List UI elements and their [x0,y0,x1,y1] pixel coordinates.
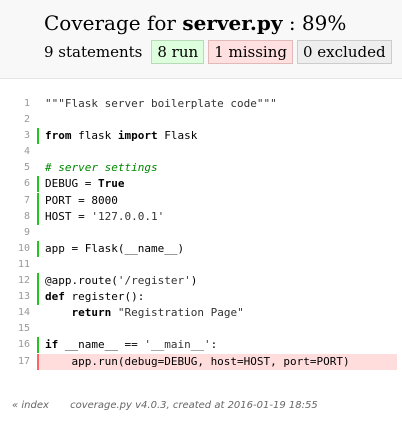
line-number[interactable]: 6 [0,176,30,192]
page-title: Coverage for server.py : 89% [44,10,346,36]
footer: « index coverage.py v4.0.3, created at 2… [12,400,318,411]
title-prefix: Coverage for [44,11,176,35]
statements-count: 9 statements [44,43,143,61]
code-token: __name__ == [58,338,145,352]
code-token: ) [190,274,198,288]
source-code-line: def register(): [37,289,397,306]
stats-bar: 9 statements 8 run 1 missing 0 excluded [44,40,396,64]
line-number[interactable]: 11 [0,257,30,273]
source-code-line: return "Registration Page" [37,305,397,321]
line-number[interactable]: 15 [0,321,30,337]
source-line-row: 8 HOST = '127.0.0.1' [0,208,402,225]
source-line-row: 7 PORT = 8000 [0,192,402,209]
source-line-row: 15 [0,321,402,337]
source-listing: 1 """Flask server boilerplate code""" 2 3 fr… [0,96,402,370]
source-line-row: 11 [0,257,402,273]
code-token: def [45,290,65,304]
source-line-row: 6 DEBUG = True [0,176,402,193]
code-token: flask [71,129,118,143]
source-line-row: 9 [0,225,402,241]
code-token: app.run(debug=DEBUG, host=HOST, port=POR… [45,354,350,368]
source-line-row: 4 [0,144,402,160]
line-number[interactable]: 16 [0,337,30,353]
line-number[interactable]: 13 [0,289,30,305]
source-code-line: if __name__ == '__main__': [37,337,397,354]
code-token: '/register' [117,274,191,288]
source-line-row: 16 if __name__ == '__main__': [0,337,402,354]
source-code-line: app.run(debug=DEBUG, host=HOST, port=POR… [37,353,397,370]
source-code-line: PORT = 8000 [37,192,397,209]
source-code-line: # server settings [37,160,397,176]
source-line-row: 12 @app.route('/register') [0,273,402,290]
code-token: '127.0.0.1' [91,209,165,223]
line-number[interactable]: 17 [0,354,30,370]
code-token: : [210,338,218,352]
source-line-row: 10 app = Flask(__name__) [0,240,402,257]
source-line-row: 5 # server settings [0,160,402,176]
missing-toggle-button[interactable]: 1 missing [208,40,293,64]
code-token: # server settings [45,161,158,175]
line-number[interactable]: 5 [0,160,30,176]
excluded-toggle-button[interactable]: 0 excluded [296,40,392,64]
code-token: return [71,306,112,320]
line-number[interactable]: 8 [0,209,30,225]
code-token: DEBUG = [45,177,98,191]
source-line-row: 1 """Flask server boilerplate code""" [0,96,402,112]
line-number[interactable]: 4 [0,144,30,160]
code-token: PORT = 8000 [45,193,118,207]
line-number[interactable]: 3 [0,128,30,144]
source-code-line: """Flask server boilerplate code""" [37,96,397,112]
code-token: if [45,338,59,352]
code-token: True [97,177,125,191]
line-number[interactable]: 12 [0,273,30,289]
source-line-row: 13 def register(): [0,289,402,306]
source-code-line: from flask import Flask [37,128,397,145]
line-number[interactable]: 7 [0,193,30,209]
file-name: server.py [182,11,283,35]
code-token: import [117,129,158,143]
index-link[interactable]: « index [12,400,49,411]
code-token: """Flask server boilerplate code""" [45,97,277,110]
source-line-row: 3 from flask import Flask [0,128,402,145]
source-code-line: app = Flask(__name__) [37,240,397,257]
run-toggle-button[interactable]: 8 run [151,40,205,64]
code-token: @app.route( [45,274,118,288]
code-token: HOST = [45,209,92,223]
source-line-row: 14 return "Registration Page" [0,305,402,321]
line-number[interactable]: 9 [0,225,30,241]
source-code-line: DEBUG = True [37,176,397,193]
code-token: "Registration Page" [117,306,244,320]
line-number[interactable]: 1 [0,96,30,112]
source-code-line: HOST = '127.0.0.1' [37,208,397,225]
code-token: from [45,129,72,143]
code-token: register(): [64,290,145,304]
source-line-row: 2 [0,112,402,128]
line-number[interactable]: 14 [0,305,30,321]
code-token: Flask [157,129,198,143]
source-code-line: @app.route('/register') [37,273,397,290]
coverage-percent: : 89% [288,11,347,35]
created-info: coverage.py v4.0.3, created at 2016-01-1… [70,400,318,411]
header-bar: Coverage for server.py : 89% 9 statement… [0,0,402,79]
source-line-row: 17 app.run(debug=DEBUG, host=HOST, port=… [0,353,402,370]
line-number[interactable]: 2 [0,112,30,128]
code-token: app = Flask(__name__) [45,241,185,255]
code-token: '__main__' [144,338,211,352]
line-number[interactable]: 10 [0,241,30,257]
